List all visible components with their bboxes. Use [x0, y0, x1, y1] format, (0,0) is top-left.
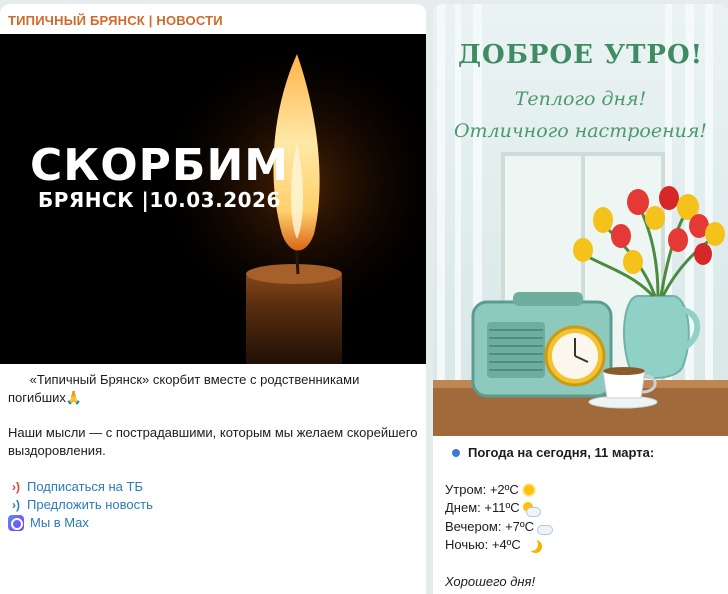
weather-forecast: Погода на сегодня, 11 марта: Утром: +2ºC… — [445, 444, 721, 591]
weather-evening: Вечером: +7ºC — [445, 518, 721, 537]
weather-morning: Утром: +2ºC — [445, 481, 721, 500]
sun-behind-cloud-icon — [521, 500, 541, 518]
greeting-line-2: Отличного настроения! — [453, 120, 708, 142]
paragraph-wishes: Наши мысли — с пострадавшими, которым мы… — [8, 425, 418, 458]
blue-waves-icon: ›) — [12, 498, 20, 512]
weather-day: Днем: +11ºC — [445, 499, 721, 518]
suggest-news-link[interactable]: ›) Предложить новость — [8, 496, 153, 514]
sun-icon — [519, 481, 538, 498]
chat-feed: ТИПИЧНЫЙ БРЯНСК | НОВОСТИ СКОРБИМ БРЯНСК… — [0, 0, 728, 594]
weather-post: ДОБРОЕ УТРО! Теплого дня! Отличного наст… — [433, 4, 728, 594]
news-post: ТИПИЧНЫЙ БРЯНСК | НОВОСТИ СКОРБИМ БРЯНСК… — [0, 4, 426, 594]
weather-day-text: Днем: +11ºC — [445, 500, 520, 515]
weather-evening-text: Вечером: +7ºC — [445, 518, 535, 534]
red-waves-icon: ›) — [12, 480, 20, 494]
closing-wish: Хорошего дня! — [445, 573, 536, 589]
cloud-icon — [535, 519, 554, 535]
morning-image[interactable]: ДОБРОЕ УТРО! Теплого дня! Отличного наст… — [433, 4, 728, 436]
weather-morning-text: Утром: +2ºC — [445, 481, 519, 497]
weather-night: Ночью: +4ºC — [445, 536, 721, 555]
max-link[interactable]: Мы в Max — [8, 514, 153, 532]
blue-dot-icon — [452, 449, 460, 458]
post-text: «Типичный Брянск» скорбит вместе с родст… — [8, 371, 418, 459]
paragraph-condolence: «Типичный Брянск» скорбит вместе с родст… — [8, 372, 363, 405]
image-title: СКОРБИМ — [30, 140, 290, 191]
max-app-icon — [8, 515, 24, 531]
image-subtitle: БРЯНСК |10.03.2026 — [38, 188, 281, 212]
max-link-label[interactable]: Мы в Max — [30, 514, 89, 532]
weather-header-text: Погода на сегодня, 11 марта: — [468, 445, 655, 460]
weather-night-text: Ночью: +4ºC — [445, 537, 521, 552]
greeting-title: ДОБРОЕ УТРО! — [457, 40, 704, 70]
post-links: ›) Подписаться на ТБ ›) Предложить новос… — [8, 478, 153, 532]
subscribe-link[interactable]: ›) Подписаться на ТБ — [8, 478, 153, 496]
subscribe-link-label[interactable]: Подписаться на ТБ — [27, 478, 143, 496]
crescent-moon-icon — [522, 537, 540, 553]
weather-header: Погода на сегодня, 11 марта: — [445, 444, 721, 463]
mourning-image[interactable]: СКОРБИМ БРЯНСК |10.03.2026 — [0, 34, 426, 364]
greeting-line-1: Теплого дня! — [514, 88, 647, 110]
suggest-news-link-label[interactable]: Предложить новость — [27, 496, 153, 514]
channel-name[interactable]: ТИПИЧНЫЙ БРЯНСК | НОВОСТИ — [8, 13, 223, 28]
